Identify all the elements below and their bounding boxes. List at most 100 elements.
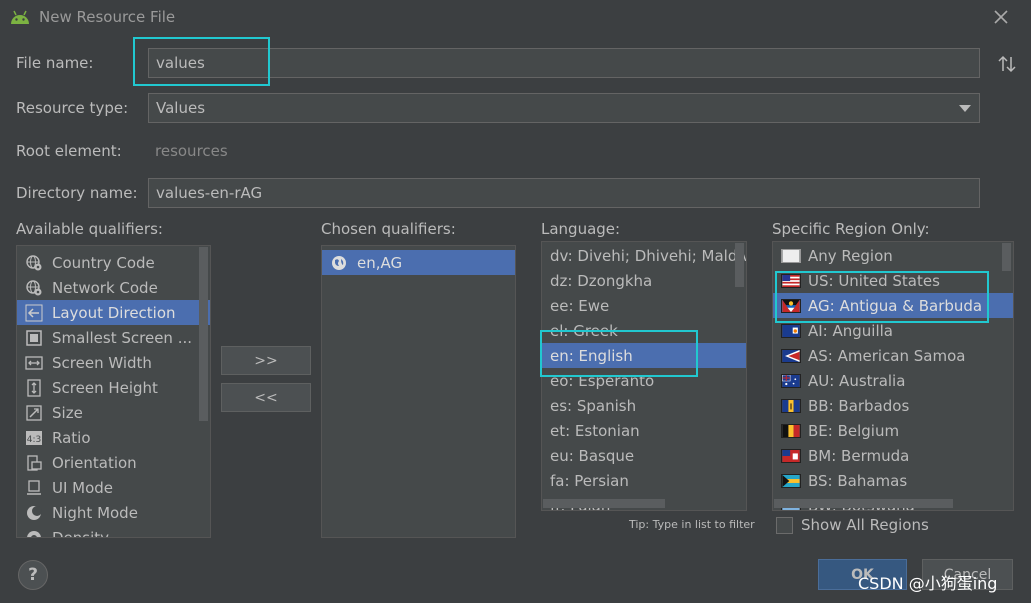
language-item[interactable]: eu: Basque xyxy=(542,443,746,468)
ratio-icon: 4:3 xyxy=(25,429,43,447)
dialog-title: New Resource File xyxy=(39,8,176,26)
chosen-qualifier-label: en,AG xyxy=(357,253,403,272)
arrow-left-icon xyxy=(25,304,43,322)
available-qualifier-item[interactable]: Size xyxy=(17,400,210,425)
region-item[interactable]: Any Region xyxy=(773,243,1013,268)
available-qualifier-label: Country Code xyxy=(52,253,155,272)
annotation-box-file-name xyxy=(133,37,270,86)
annotation-box-region xyxy=(775,271,989,323)
available-qualifier-label: UI Mode xyxy=(52,478,114,497)
ui-mode-icon xyxy=(25,479,43,497)
show-all-regions-label: Show All Regions xyxy=(801,516,929,534)
night-mode-icon xyxy=(25,504,43,522)
flag-icon xyxy=(781,248,808,263)
region-item[interactable]: BS: Bahamas xyxy=(773,468,1013,493)
flag-icon xyxy=(781,373,808,388)
available-qualifier-item[interactable]: Density xyxy=(17,525,210,538)
region-label: BE: Belgium xyxy=(808,421,900,440)
help-button[interactable]: ? xyxy=(18,560,48,590)
available-qualifier-item[interactable]: Screen Width xyxy=(17,350,210,375)
available-qualifier-item[interactable]: Country Code xyxy=(17,250,210,275)
globe-pin-icon xyxy=(25,254,43,272)
available-qualifier-item[interactable]: UI Mode xyxy=(17,475,210,500)
language-item[interactable]: ee: Ewe xyxy=(542,293,746,318)
region-item[interactable]: BE: Belgium xyxy=(773,418,1013,443)
region-label: BM: Bermuda xyxy=(808,446,910,465)
available-qualifier-label: Screen Width xyxy=(52,353,152,372)
available-qualifiers-list[interactable]: Country Code Network Code Layout Direction… xyxy=(16,245,211,538)
language-scrollbar-h[interactable] xyxy=(543,499,665,508)
chosen-qualifiers-label: Chosen qualifiers: xyxy=(321,220,456,238)
chosen-qualifier-item[interactable]: en,AG xyxy=(322,250,515,275)
available-scrollbar[interactable] xyxy=(199,247,208,421)
resource-type-select[interactable]: Values xyxy=(148,93,980,123)
available-qualifier-label: Network Code xyxy=(52,278,158,297)
available-qualifier-label: Night Mode xyxy=(52,503,138,522)
region-scrollbar-v[interactable] xyxy=(1002,243,1011,271)
available-qualifier-label: Smallest Screen ... xyxy=(52,328,192,347)
available-qualifier-label: Ratio xyxy=(52,428,91,447)
region-label: AS: American Samoa xyxy=(808,346,966,365)
available-qualifier-label: Screen Height xyxy=(52,378,158,397)
sort-icon[interactable] xyxy=(997,55,1017,73)
vertical-arrows-icon xyxy=(25,378,43,397)
screen-icon xyxy=(25,329,43,347)
globe-pin-icon xyxy=(25,279,43,297)
available-qualifier-item[interactable]: 4:3 Ratio xyxy=(17,425,210,450)
available-qualifier-item[interactable]: Network Code xyxy=(17,275,210,300)
watermark: CSDN @小狗蛋ing xyxy=(858,574,998,593)
directory-name-value: values-en-rAG xyxy=(156,184,263,202)
flag-icon xyxy=(781,448,808,463)
resource-type-value: Values xyxy=(156,99,206,117)
language-scrollbar-v[interactable] xyxy=(735,243,744,287)
flag-icon xyxy=(781,398,808,413)
directory-name-input[interactable]: values-en-rAG xyxy=(148,178,980,208)
region-item[interactable]: BM: Bermuda xyxy=(773,443,1013,468)
region-label: BS: Bahamas xyxy=(808,471,908,490)
language-item[interactable]: fa: Persian xyxy=(542,468,746,493)
region-item[interactable]: BB: Barbados xyxy=(773,393,1013,418)
region-scrollbar-h[interactable] xyxy=(774,499,953,508)
globe-icon xyxy=(330,254,348,272)
language-item[interactable]: dz: Dzongkha xyxy=(542,268,746,293)
region-label: BB: Barbados xyxy=(808,396,910,415)
chevron-down-icon xyxy=(959,105,971,112)
language-item[interactable]: dv: Divehi; Dhivehi; Maldivi xyxy=(542,243,746,268)
available-qualifiers-label: Available qualifiers: xyxy=(16,220,163,238)
available-qualifier-item[interactable]: Night Mode xyxy=(17,500,210,525)
android-icon xyxy=(11,10,29,24)
remove-qualifier-button[interactable]: << xyxy=(221,383,311,412)
region-label: Specific Region Only: xyxy=(772,220,930,238)
add-qualifier-button[interactable]: >> xyxy=(221,346,311,375)
close-icon[interactable] xyxy=(992,8,1010,26)
region-item[interactable]: AS: American Samoa xyxy=(773,343,1013,368)
show-all-regions-checkbox[interactable] xyxy=(776,517,793,534)
language-filter-tip: Tip: Type in list to filter xyxy=(629,518,755,531)
file-name-label: File name: xyxy=(16,54,94,72)
available-qualifier-label: Size xyxy=(52,403,83,422)
available-qualifier-item[interactable]: Screen Height xyxy=(17,375,210,400)
root-element-value: resources xyxy=(155,142,228,160)
language-item[interactable]: es: Spanish xyxy=(542,393,746,418)
region-label: AI: Anguilla xyxy=(808,321,893,340)
directory-name-label: Directory name: xyxy=(16,184,138,202)
flag-icon xyxy=(781,423,808,438)
available-qualifier-label: Density xyxy=(52,528,110,538)
chosen-qualifiers-list[interactable]: en,AG xyxy=(321,245,516,538)
file-name-input[interactable]: values xyxy=(148,48,980,78)
flag-icon xyxy=(781,348,808,363)
horizontal-arrows-icon xyxy=(25,354,43,372)
available-qualifier-item[interactable]: Layout Direction xyxy=(17,300,210,325)
svg-text:4:3: 4:3 xyxy=(27,435,41,445)
available-qualifier-item[interactable]: Orientation xyxy=(17,450,210,475)
available-qualifier-label: Orientation xyxy=(52,453,137,472)
region-label: AU: Australia xyxy=(808,371,906,390)
resource-type-label: Resource type: xyxy=(16,99,129,117)
language-item[interactable]: et: Estonian xyxy=(542,418,746,443)
available-qualifier-item[interactable]: Smallest Screen ... xyxy=(17,325,210,350)
annotation-box-language xyxy=(540,330,698,377)
available-qualifier-label: Layout Direction xyxy=(52,303,176,322)
resize-icon xyxy=(25,404,43,422)
flag-icon xyxy=(781,323,808,338)
region-item[interactable]: AU: Australia xyxy=(773,368,1013,393)
